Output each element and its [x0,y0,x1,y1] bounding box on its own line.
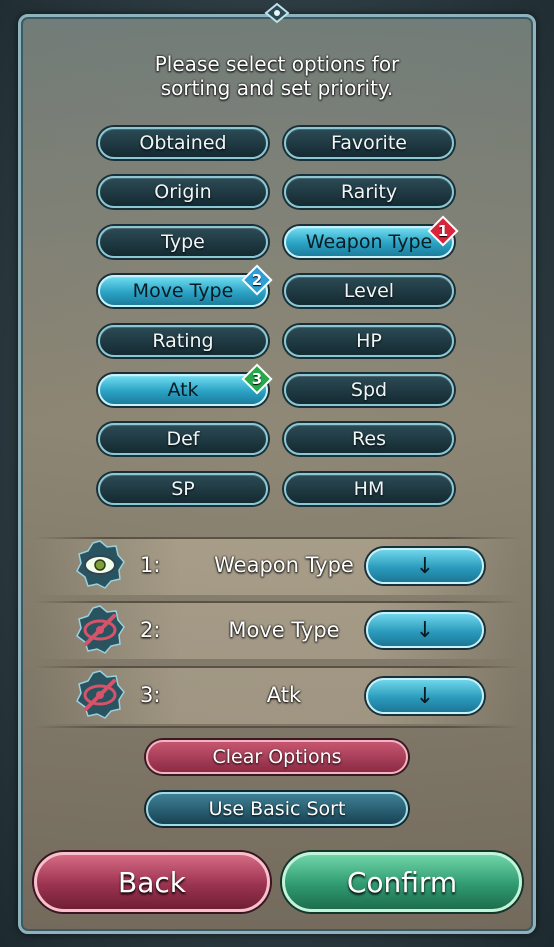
arrow-down-icon: ↓ [415,683,435,709]
priority-3-number: 3: [140,683,161,707]
eye-icon[interactable] [74,539,126,591]
priority-badge-number: 1 [437,222,449,240]
arrow-down-icon: ↓ [415,553,435,579]
priority-3-label: Atk [266,683,302,707]
divider [34,726,520,728]
option-type-button[interactable]: Type [98,226,268,258]
option-favorite-button[interactable]: Favorite [284,127,454,159]
option-rating-button[interactable]: Rating [98,325,268,357]
option-origin-button[interactable]: Origin [98,176,268,208]
priority-1-direction-button[interactable]: ↓ [366,548,484,584]
clear-options-button[interactable]: Clear Options [146,740,408,774]
instructions-line-2: sorting and set priority. [160,76,394,100]
option-def-button[interactable]: Def [98,423,268,455]
priority-3-direction-button[interactable]: ↓ [366,678,484,714]
use-basic-sort-button[interactable]: Use Basic Sort [146,792,408,826]
instructions-line-1: Please select options for [154,52,400,76]
arrow-down-icon: ↓ [415,617,435,643]
option-level-button[interactable]: Level [284,275,454,307]
option-obtained-button[interactable]: Obtained [98,127,268,159]
eye-slash-icon[interactable] [74,669,126,721]
ornament-icon [264,2,290,24]
priority-badge-number: 2 [251,271,263,289]
priority-1-number: 1: [140,553,161,577]
priority-2-number: 2: [140,618,161,642]
option-hm-button[interactable]: HM [284,473,454,505]
eye-slash-icon[interactable] [74,604,126,656]
option-sp-button[interactable]: SP [98,473,268,505]
confirm-button[interactable]: Confirm [282,852,522,912]
option-spd-button[interactable]: Spd [284,374,454,406]
priority-2-direction-button[interactable]: ↓ [366,612,484,648]
option-res-button[interactable]: Res [284,423,454,455]
priority-2-label: Move Type [228,618,340,642]
priority-badge-number: 3 [251,370,263,388]
priority-1-label: Weapon Type [214,553,354,577]
back-button[interactable]: Back [34,852,270,912]
option-rarity-button[interactable]: Rarity [284,176,454,208]
option-hp-button[interactable]: HP [284,325,454,357]
instructions: Please select options for sorting and se… [60,52,494,100]
